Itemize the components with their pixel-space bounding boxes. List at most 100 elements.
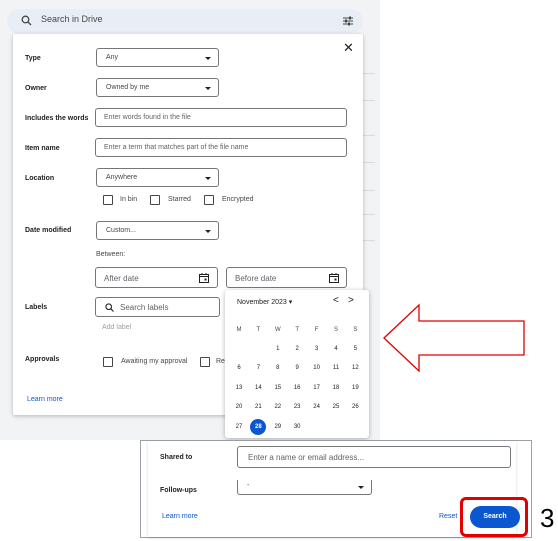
calendar-day[interactable]: 3 bbox=[309, 341, 325, 357]
calendar-day[interactable]: 9 bbox=[289, 360, 305, 376]
location-value: Anywhere bbox=[106, 174, 138, 181]
learn-more-link-lower[interactable]: Learn more bbox=[162, 513, 198, 520]
includes-words-input[interactable]: Enter words found in the file bbox=[95, 108, 347, 127]
calendar-day[interactable]: 20 bbox=[231, 399, 247, 415]
awaiting-approval-checkbox[interactable] bbox=[103, 357, 113, 367]
calendar-icon[interactable] bbox=[329, 273, 339, 283]
weekday-header: S bbox=[353, 327, 358, 333]
date-modified-label: Date modified bbox=[25, 227, 72, 234]
owner-value: Owned by me bbox=[106, 84, 150, 91]
awaiting-approval-label: Awaiting my approval bbox=[121, 358, 188, 365]
date-modified-value: Custom... bbox=[106, 227, 136, 234]
search-placeholder: Search in Drive bbox=[41, 14, 103, 24]
calendar-day[interactable]: 12 bbox=[347, 360, 363, 376]
calendar-day[interactable]: 13 bbox=[231, 380, 247, 396]
calendar-icon[interactable] bbox=[199, 273, 209, 283]
shared-to-input[interactable]: Enter a name or email address... bbox=[237, 446, 511, 468]
dropdown-caret-icon bbox=[205, 177, 211, 180]
search-icon bbox=[105, 303, 114, 312]
calendar-day[interactable]: 18 bbox=[328, 380, 344, 396]
owner-label: Owner bbox=[25, 85, 47, 92]
calendar-day[interactable]: 6 bbox=[231, 360, 247, 376]
next-month-icon[interactable]: > bbox=[348, 295, 354, 306]
item-name-placeholder: Enter a term that matches part of the fi… bbox=[104, 144, 249, 151]
calendar-day[interactable]: 25 bbox=[328, 399, 344, 415]
follow-ups-label: Follow-ups bbox=[160, 487, 197, 494]
calendar-day[interactable]: 11 bbox=[328, 360, 344, 376]
close-icon[interactable]: ✕ bbox=[343, 40, 354, 56]
previous-month-icon[interactable]: < bbox=[333, 295, 339, 306]
month-selector[interactable]: November 2023 ▾ bbox=[237, 298, 292, 306]
shared-to-label: Shared to bbox=[160, 454, 193, 461]
labels-label: Labels bbox=[25, 304, 48, 311]
starred-label: Starred bbox=[168, 196, 191, 203]
calendar-day[interactable]: 22 bbox=[270, 399, 286, 415]
includes-words-label: Includes the words bbox=[25, 115, 89, 122]
calendar-day[interactable]: 23 bbox=[289, 399, 305, 415]
location-select[interactable]: Anywhere bbox=[96, 168, 219, 187]
after-date-input[interactable]: After date bbox=[95, 267, 218, 288]
encrypted-label: Encrypted bbox=[222, 196, 254, 203]
calendar-day[interactable]: 7 bbox=[250, 360, 266, 376]
owner-select[interactable]: Owned by me bbox=[96, 78, 219, 97]
requested-checkbox[interactable] bbox=[200, 357, 210, 367]
encrypted-checkbox[interactable] bbox=[204, 195, 214, 205]
item-name-label: Item name bbox=[25, 145, 60, 152]
requested-label: Re bbox=[216, 358, 225, 365]
type-label: Type bbox=[25, 55, 41, 62]
calendar-day[interactable]: 21 bbox=[250, 399, 266, 415]
weekday-header: M bbox=[236, 327, 242, 333]
red-arrow-icon bbox=[383, 303, 525, 373]
calendar-day[interactable]: 17 bbox=[309, 380, 325, 396]
follow-ups-select[interactable]: - bbox=[237, 480, 372, 495]
labels-search-placeholder: Search labels bbox=[120, 303, 169, 312]
date-picker-popup: November 2023 ▾ < > M T W T F S S 1 2 3 4 5 6 7 8 9 10 11… bbox=[225, 290, 369, 438]
search-icon bbox=[21, 15, 32, 26]
weekday-header: W bbox=[274, 327, 281, 333]
location-label: Location bbox=[25, 175, 55, 182]
search-options-icon[interactable] bbox=[342, 15, 354, 27]
weekday-header: T bbox=[256, 327, 261, 333]
reset-button[interactable]: Reset bbox=[439, 513, 457, 520]
approvals-label: Approvals bbox=[25, 356, 60, 363]
shared-to-placeholder: Enter a name or email address... bbox=[248, 453, 365, 462]
calendar-day[interactable]: 24 bbox=[309, 399, 325, 415]
includes-words-placeholder: Enter words found in the file bbox=[104, 114, 191, 121]
drive-search-bar[interactable]: Search in Drive bbox=[7, 9, 363, 33]
starred-checkbox[interactable] bbox=[150, 195, 160, 205]
dropdown-caret-icon bbox=[205, 230, 211, 233]
highlight-box bbox=[460, 497, 528, 537]
weekday-header: S bbox=[333, 327, 338, 333]
calendar-day[interactable]: 5 bbox=[347, 341, 363, 357]
learn-more-link[interactable]: Learn more bbox=[27, 396, 63, 403]
type-select[interactable]: Any bbox=[96, 48, 219, 67]
calendar-day[interactable]: 19 bbox=[347, 380, 363, 396]
date-modified-select[interactable]: Custom... bbox=[96, 221, 219, 240]
calendar-day[interactable]: 8 bbox=[270, 360, 286, 376]
item-name-input[interactable]: Enter a term that matches part of the fi… bbox=[95, 138, 347, 157]
before-date-placeholder: Before date bbox=[235, 274, 277, 283]
calendar-day[interactable]: 16 bbox=[289, 380, 305, 396]
labels-search-input[interactable]: Search labels bbox=[95, 297, 220, 317]
add-label-text[interactable]: Add label bbox=[102, 324, 131, 331]
calendar-day[interactable]: 4 bbox=[328, 341, 344, 357]
calendar-day[interactable]: 2 bbox=[289, 341, 305, 357]
calendar-day[interactable]: 29 bbox=[270, 419, 286, 435]
calendar-day[interactable]: 26 bbox=[347, 399, 363, 415]
selected-day[interactable]: 28 bbox=[250, 418, 267, 435]
step-number: 3 bbox=[540, 503, 555, 533]
weekday-header: F bbox=[314, 327, 319, 333]
follow-ups-value: - bbox=[247, 482, 250, 489]
calendar-day[interactable]: 30 bbox=[289, 419, 305, 435]
calendar-day[interactable]: 15 bbox=[270, 380, 286, 396]
calendar-day[interactable]: 14 bbox=[250, 380, 266, 396]
dropdown-caret-icon bbox=[205, 57, 211, 60]
between-label: Between: bbox=[96, 251, 126, 258]
type-value: Any bbox=[106, 54, 119, 61]
calendar-day[interactable]: 27 bbox=[231, 419, 247, 435]
month-label: November 2023 bbox=[237, 299, 287, 306]
calendar-day[interactable]: 10 bbox=[309, 360, 325, 376]
calendar-day[interactable]: 1 bbox=[270, 341, 286, 357]
in-bin-checkbox[interactable] bbox=[103, 195, 113, 205]
before-date-input[interactable]: Before date bbox=[226, 267, 347, 288]
